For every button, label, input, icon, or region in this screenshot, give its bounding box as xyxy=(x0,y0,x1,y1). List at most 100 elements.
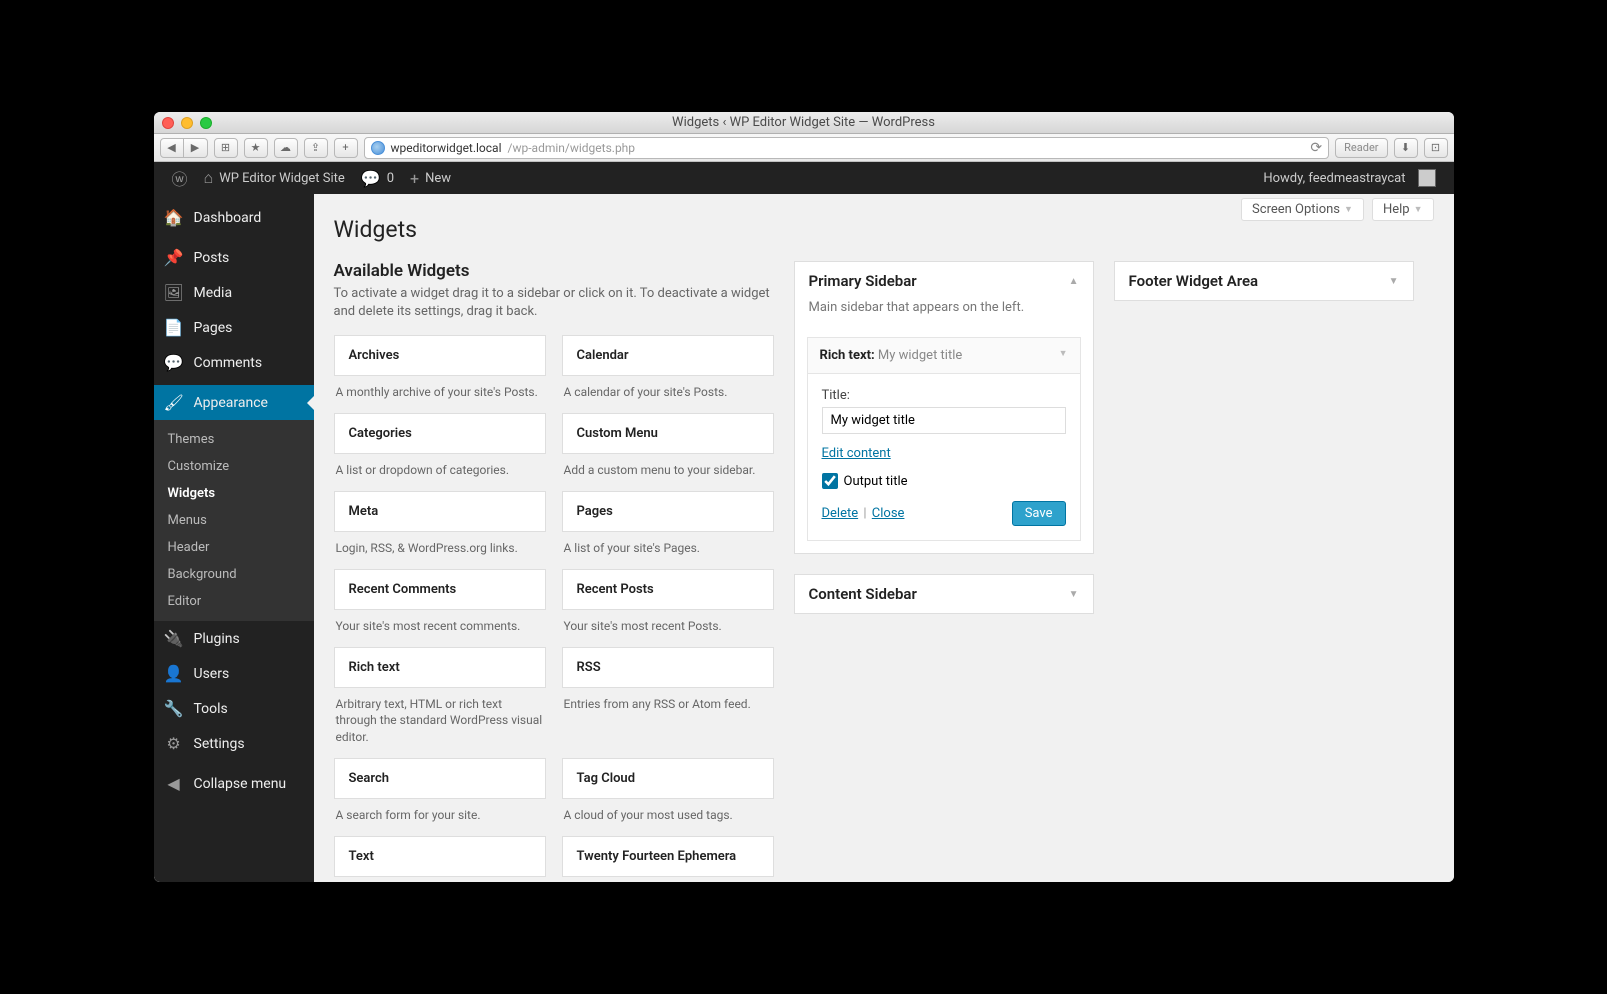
widget-description: Add a custom menu to your sidebar. xyxy=(562,454,774,479)
settings-icon: ⚙ xyxy=(164,734,184,753)
bookmarks-button[interactable]: ★ xyxy=(244,138,268,158)
address-bar[interactable]: wpeditorwidget.local/wp-admin/widgets.ph… xyxy=(364,137,1330,159)
avatar xyxy=(1418,169,1436,187)
downloads-button[interactable]: ⬇ xyxy=(1394,138,1418,158)
edit-content-link[interactable]: Edit content xyxy=(822,446,891,461)
menu-dashboard[interactable]: 🏠Dashboard xyxy=(154,200,314,235)
widget-description: Your site's most recent comments. xyxy=(334,610,546,635)
widget-instance-toggle[interactable]: Rich text: My widget title ▼ xyxy=(808,338,1080,374)
menu-posts[interactable]: 📌Posts xyxy=(154,240,314,275)
widget-description: A list of your site's Pages. xyxy=(562,532,774,557)
widget-handle[interactable]: Custom Menu xyxy=(562,413,774,454)
widget-title-input[interactable] xyxy=(822,407,1066,434)
widget-handle[interactable]: Pages xyxy=(562,491,774,532)
appearance-submenu: Themes Customize Widgets Menus Header Ba… xyxy=(154,420,314,621)
primary-sidebar-desc: Main sidebar that appears on the left. xyxy=(795,300,1093,325)
new-content-menu[interactable]: +New xyxy=(402,162,459,194)
chevron-down-icon: ▼ xyxy=(1389,276,1399,287)
admin-menu: 🏠Dashboard 📌Posts 🖼Media 📄Pages 💬Comment… xyxy=(154,194,314,882)
widget-description: Arbitrary text or HTML. xyxy=(334,877,546,882)
help-button[interactable]: Help ▼ xyxy=(1372,198,1434,221)
submenu-editor[interactable]: Editor xyxy=(154,588,314,615)
forward-button[interactable]: ▶ xyxy=(184,138,208,158)
tools-icon: 🔧 xyxy=(164,699,184,718)
mac-titlebar: Widgets ‹ WP Editor Widget Site — WordPr… xyxy=(154,112,1454,134)
posts-icon: 📌 xyxy=(164,248,184,267)
widget-handle[interactable]: Twenty Fourteen Ephemera xyxy=(562,836,774,877)
tabs-button[interactable]: ⊡ xyxy=(1424,138,1448,158)
content-sidebar-box: Content Sidebar ▼ xyxy=(794,574,1094,614)
submenu-menus[interactable]: Menus xyxy=(154,507,314,534)
available-widget: Recent PostsYour site's most recent Post… xyxy=(562,569,774,635)
comments-icon: 💬 xyxy=(164,353,184,372)
widget-instance-richtext: Rich text: My widget title ▼ Title: Edit… xyxy=(807,337,1081,541)
submenu-themes[interactable]: Themes xyxy=(154,426,314,453)
submenu-widgets[interactable]: Widgets xyxy=(154,480,314,507)
available-widget: Twenty Fourteen EphemeraUse this widget … xyxy=(562,836,774,882)
new-tab-button[interactable]: + xyxy=(334,138,358,158)
widget-handle[interactable]: Recent Comments xyxy=(334,569,546,610)
delete-link[interactable]: Delete xyxy=(822,506,859,521)
site-name-menu[interactable]: ⌂WP Editor Widget Site xyxy=(196,162,353,194)
chevron-down-icon: ▼ xyxy=(1069,589,1079,600)
chevron-up-icon: ▲ xyxy=(1069,276,1079,287)
available-widget: Tag CloudA cloud of your most used tags. xyxy=(562,758,774,824)
reader-button[interactable]: Reader xyxy=(1335,138,1387,158)
output-title-checkbox[interactable] xyxy=(822,473,838,489)
widget-handle[interactable]: Tag Cloud xyxy=(562,758,774,799)
widget-handle[interactable]: Archives xyxy=(334,335,546,376)
available-widgets-desc: To activate a widget drag it to a sideba… xyxy=(334,285,774,321)
chevron-down-icon: ▼ xyxy=(1059,348,1068,363)
widget-description: Your site's most recent Posts. xyxy=(562,610,774,635)
title-label: Title: xyxy=(822,388,1066,403)
close-link[interactable]: Close xyxy=(872,506,905,521)
widget-description: Arbitrary text, HTML or rich text throug… xyxy=(334,688,546,746)
content-sidebar-toggle[interactable]: Content Sidebar ▼ xyxy=(795,575,1093,613)
menu-pages[interactable]: 📄Pages xyxy=(154,310,314,345)
widget-description: Use this widget to list your recent xyxy=(562,877,774,882)
widget-handle[interactable]: Meta xyxy=(334,491,546,532)
widget-description: Login, RSS, & WordPress.org links. xyxy=(334,532,546,557)
submenu-background[interactable]: Background xyxy=(154,561,314,588)
dashboard-icon: 🏠 xyxy=(164,208,184,227)
widget-handle[interactable]: Search xyxy=(334,758,546,799)
collapse-menu[interactable]: ◀Collapse menu xyxy=(154,766,314,801)
widget-handle[interactable]: Rich text xyxy=(334,647,546,688)
widget-handle[interactable]: RSS xyxy=(562,647,774,688)
widget-handle[interactable]: Recent Posts xyxy=(562,569,774,610)
close-window-button[interactable] xyxy=(162,117,174,129)
widget-handle[interactable]: Categories xyxy=(334,413,546,454)
icloud-button[interactable]: ☁ xyxy=(274,138,298,158)
output-title-label: Output title xyxy=(844,474,908,489)
share-button[interactable]: ⇪ xyxy=(304,138,328,158)
widget-handle[interactable]: Calendar xyxy=(562,335,774,376)
minimize-window-button[interactable] xyxy=(181,117,193,129)
back-button[interactable]: ◀ xyxy=(160,138,184,158)
url-host: wpeditorwidget.local xyxy=(391,141,502,155)
chevron-down-icon: ▼ xyxy=(1344,204,1353,215)
available-widget: Custom MenuAdd a custom menu to your sid… xyxy=(562,413,774,479)
comments-menu[interactable]: 💬0 xyxy=(353,162,402,194)
menu-plugins[interactable]: 🔌Plugins xyxy=(154,621,314,656)
menu-comments[interactable]: 💬Comments xyxy=(154,345,314,380)
submenu-customize[interactable]: Customize xyxy=(154,453,314,480)
widget-description: Entries from any RSS or Atom feed. xyxy=(562,688,774,713)
menu-media[interactable]: 🖼Media xyxy=(154,275,314,310)
available-widget: CategoriesA list or dropdown of categori… xyxy=(334,413,546,479)
menu-tools[interactable]: 🔧Tools xyxy=(154,691,314,726)
widget-handle[interactable]: Text xyxy=(334,836,546,877)
appearance-icon: 🖌 xyxy=(164,393,184,412)
primary-sidebar-toggle[interactable]: Primary Sidebar ▲ xyxy=(795,262,1093,300)
my-account-menu[interactable]: Howdy, feedmeastraycat xyxy=(1255,162,1443,194)
show-all-tabs-button[interactable]: ⊞ xyxy=(214,138,238,158)
reload-icon[interactable]: ⟳ xyxy=(1310,140,1322,156)
screen-options-button[interactable]: Screen Options ▼ xyxy=(1241,198,1364,221)
wp-logo-menu[interactable]: ⓦ xyxy=(164,162,196,194)
menu-settings[interactable]: ⚙Settings xyxy=(154,726,314,761)
submenu-header[interactable]: Header xyxy=(154,534,314,561)
zoom-window-button[interactable] xyxy=(200,117,212,129)
menu-users[interactable]: 👤Users xyxy=(154,656,314,691)
save-button[interactable]: Save xyxy=(1012,501,1066,526)
footer-widget-area-toggle[interactable]: Footer Widget Area ▼ xyxy=(1115,262,1413,300)
menu-appearance[interactable]: 🖌Appearance xyxy=(154,385,314,420)
